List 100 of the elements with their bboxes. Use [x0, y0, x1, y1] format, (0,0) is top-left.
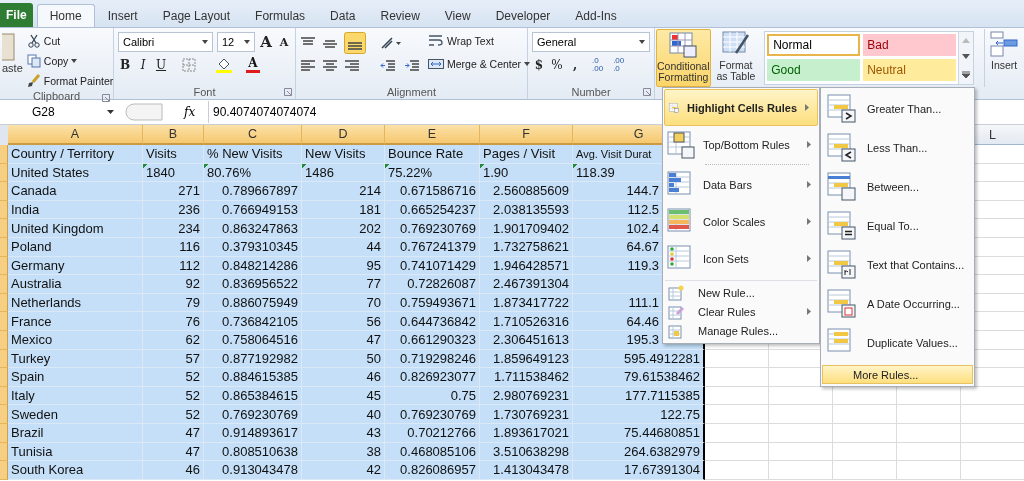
row-header[interactable]	[0, 405, 8, 424]
ribbon-tab[interactable]: Formulas	[243, 5, 318, 27]
conditional-formatting-button[interactable]: Conditional Formatting	[656, 29, 711, 87]
merge-center-button[interactable]: Merge & Center	[428, 55, 531, 73]
column-header[interactable]: F	[480, 125, 573, 145]
ribbon-tab[interactable]: Page Layout	[150, 5, 243, 27]
menu-item[interactable]: Duplicate Values...	[822, 323, 973, 362]
orientation-icon[interactable]	[380, 36, 402, 50]
select-all-corner[interactable]	[0, 125, 8, 145]
menu-item[interactable]: Equal To...	[822, 206, 973, 245]
ribbon-tab[interactable]: Data	[318, 5, 368, 27]
increase-decimal-button[interactable]: .0 .00	[592, 57, 604, 73]
scroll-up-icon[interactable]	[962, 37, 971, 44]
menu-item[interactable]: New Rule...	[663, 283, 819, 302]
resize-handle-icon[interactable]	[124, 103, 164, 121]
format-painter-button[interactable]: Format Painter	[26, 72, 114, 90]
dialog-launcher-icon[interactable]	[284, 88, 292, 96]
caret-icon	[639, 40, 645, 44]
name-box[interactable]: G28	[0, 102, 118, 122]
row-header[interactable]	[0, 275, 8, 294]
ribbon-tab[interactable]: Home	[36, 4, 95, 27]
font-name-field[interactable]: Calibri	[118, 32, 213, 52]
row-header[interactable]	[0, 293, 8, 313]
column-header[interactable]: C	[204, 125, 302, 145]
column-header[interactable]: A	[8, 125, 143, 145]
table-cell: 79.61538462	[573, 368, 705, 387]
decrease-decimal-button[interactable]: .00 .0	[613, 57, 625, 73]
ribbon-tab[interactable]: File	[0, 3, 33, 27]
dialog-launcher-icon[interactable]	[102, 94, 110, 102]
ribbon-tab[interactable]: Add-Ins	[563, 5, 629, 27]
align-center-icon[interactable]	[322, 59, 338, 73]
header-cell: Bounce Rate	[385, 145, 480, 164]
table-cell: 0.769230769	[204, 405, 302, 424]
scroll-down-icon[interactable]	[962, 54, 971, 60]
caret-icon	[244, 40, 250, 44]
font-color-button[interactable]: A	[246, 57, 260, 73]
row-header[interactable]	[0, 461, 8, 480]
group-label: Font	[193, 85, 216, 98]
row-header[interactable]	[0, 442, 8, 462]
italic-button[interactable]: I	[136, 58, 150, 72]
currency-button[interactable]: $	[532, 58, 546, 72]
less-than-icon	[827, 132, 857, 163]
fill-color-icon[interactable]	[216, 57, 234, 73]
increase-indent-icon[interactable]	[404, 59, 420, 73]
row-header[interactable]	[0, 349, 8, 369]
row-header[interactable]	[0, 200, 8, 220]
ribbon-tab[interactable]: Developer	[483, 5, 563, 27]
bold-button[interactable]: B	[118, 58, 132, 72]
underline-button[interactable]: U	[154, 58, 168, 72]
cut-button[interactable]: Cut	[26, 32, 114, 50]
menu-item[interactable]: A Date Occurring...	[822, 284, 973, 323]
row-header[interactable]	[0, 163, 8, 183]
table-cell: 2.467391304	[480, 275, 573, 294]
row-header[interactable]	[0, 368, 8, 387]
insert-function-button[interactable]: fx	[184, 105, 208, 119]
menu-item[interactable]: Text that Contains...	[822, 245, 973, 284]
decrease-indent-icon[interactable]	[380, 59, 396, 73]
row-header[interactable]	[0, 219, 8, 238]
ribbon-tab[interactable]: View	[432, 5, 483, 27]
paste-button[interactable]: aste	[2, 32, 23, 90]
borders-icon[interactable]	[182, 58, 198, 72]
align-right-icon[interactable]	[344, 59, 360, 73]
menu-item[interactable]: Highlight Cells Rules	[664, 89, 818, 126]
row-header[interactable]	[0, 237, 8, 257]
cell-style-option[interactable]: Good	[767, 59, 861, 81]
number-format-field[interactable]: General	[532, 32, 650, 52]
ribbon-tab[interactable]: Insert	[95, 5, 150, 27]
table-cell: 92	[143, 275, 204, 294]
shrink-font-button[interactable]: A	[277, 35, 291, 49]
align-left-icon[interactable]	[300, 59, 316, 73]
insert-button[interactable]: Insert	[984, 29, 1023, 87]
row-header[interactable]	[0, 312, 8, 331]
row-header[interactable]	[0, 330, 8, 350]
column-header[interactable]: E	[385, 125, 480, 145]
cell-style-option[interactable]: Normal	[767, 34, 861, 56]
table-cell: 1.711538462	[480, 368, 573, 387]
copy-button[interactable]: Copy	[26, 52, 114, 70]
row-header[interactable]	[0, 386, 8, 406]
row-header[interactable]	[0, 256, 8, 276]
font-size-field[interactable]: 12	[217, 32, 255, 52]
row-header[interactable]	[0, 182, 8, 201]
comma-button[interactable]: ,	[568, 58, 582, 72]
align-bottom-icon[interactable]	[344, 32, 366, 54]
column-header[interactable]: B	[143, 125, 204, 145]
wrap-text-button[interactable]: Wrap Text	[428, 32, 531, 50]
column-header[interactable]: D	[302, 125, 385, 145]
percent-button[interactable]: %	[550, 58, 564, 72]
dialog-launcher-icon[interactable]	[643, 88, 651, 96]
cell-style-option[interactable]: Neutral	[863, 59, 957, 81]
menu-item[interactable]: Between...	[822, 167, 973, 206]
cell-style-option[interactable]: Bad	[863, 34, 957, 56]
grow-font-button[interactable]: A	[259, 33, 273, 51]
row-header[interactable]	[0, 423, 8, 443]
ribbon-tab[interactable]: Review	[368, 5, 432, 27]
clipboard-icon	[2, 32, 16, 62]
format-as-table-button[interactable]: Format as Table	[712, 29, 760, 87]
table-cell: 52	[143, 405, 204, 424]
row-header[interactable]	[0, 145, 8, 164]
more-icon[interactable]	[962, 70, 971, 79]
menu-item[interactable]: More Rules...	[822, 365, 973, 384]
